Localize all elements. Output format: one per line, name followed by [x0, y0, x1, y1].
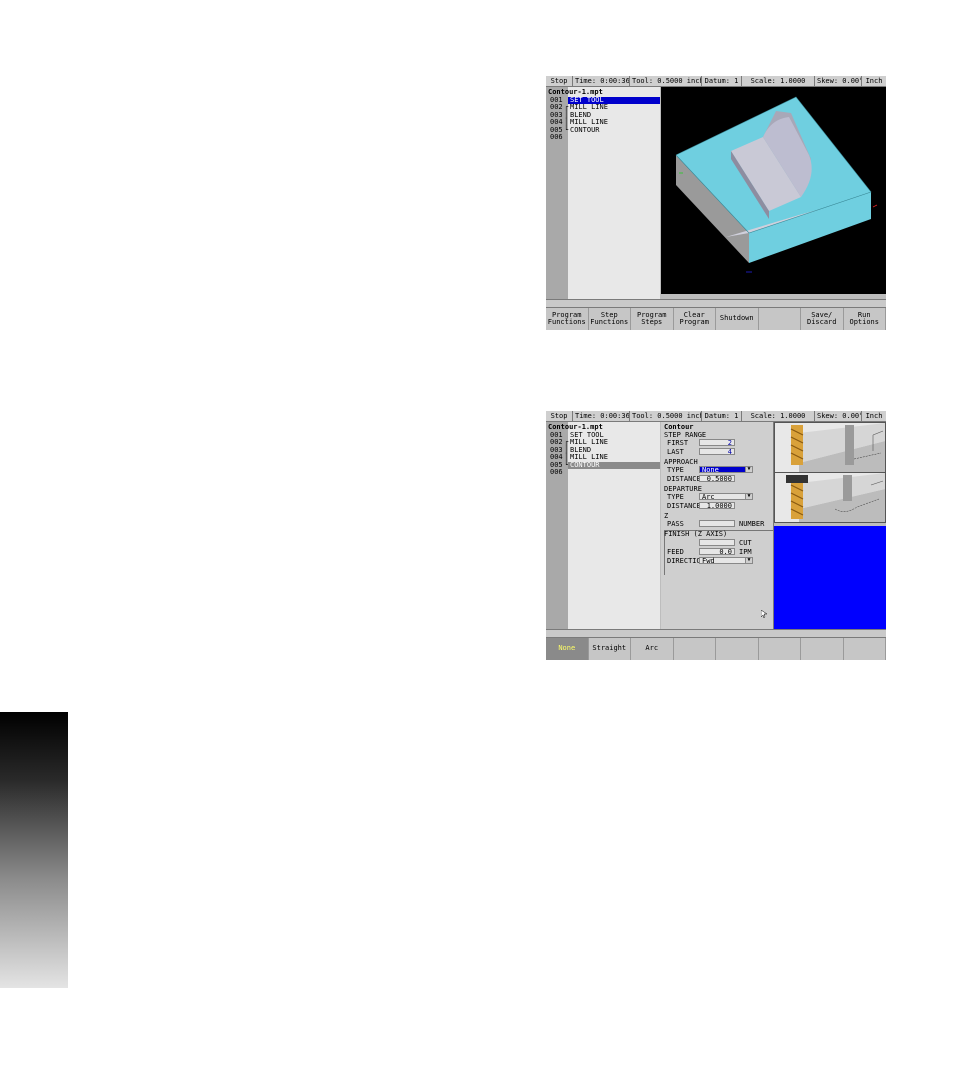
status-bar: Stop Time: 0:00:36 Tool: 0.5000 inch Dat…	[546, 76, 886, 87]
pass-label: PASS	[667, 520, 684, 528]
softkey-blank[interactable]	[759, 308, 801, 330]
last-label: LAST	[667, 448, 684, 456]
status-units: Inch	[865, 77, 883, 85]
step-label: CONTOUR	[570, 125, 600, 134]
departure-distance-field[interactable]: 1.0000	[699, 502, 735, 510]
chevron-down-icon[interactable]: ▼	[745, 467, 752, 472]
program-step-list[interactable]: 001 SET TOOL 002 ┌ MILL LINE 003 │ BLEND…	[546, 431, 660, 476]
list-item[interactable]: 005 └ CONTOUR	[546, 125, 660, 134]
softkey-blank[interactable]	[716, 638, 759, 660]
program-step-list[interactable]: 001 SET TOOL 002 ┌ MILL LINE 003 │ BLEND…	[546, 96, 660, 141]
status-mode: Stop	[546, 76, 573, 86]
first-label: FIRST	[667, 439, 689, 447]
softkey-run-options[interactable]: Run Options	[844, 308, 886, 330]
chevron-down-icon[interactable]: ▼	[745, 494, 752, 499]
message-strip	[546, 629, 886, 638]
departure-type-value: Arc	[702, 493, 715, 501]
approach-type-label: TYPE	[667, 466, 684, 474]
departure-type-select[interactable]: Arc ▼	[699, 493, 753, 501]
approach-type-value: None	[702, 466, 719, 474]
form-title: Contour	[664, 423, 694, 431]
approach-preview-panel	[774, 422, 886, 523]
feed-label: FEED	[667, 548, 684, 556]
chevron-down-icon[interactable]: ▼	[745, 558, 752, 563]
cut-field[interactable]	[699, 539, 735, 546]
approach-heading: APPROACH	[664, 458, 698, 466]
softkey-none[interactable]: None	[546, 638, 589, 660]
feed-field[interactable]: 0.0	[699, 548, 735, 556]
number-unit-label: NUMBER	[739, 520, 765, 528]
list-item[interactable]: 005 └ CONTOUR	[546, 461, 660, 469]
status-scale: Scale: 1.0000	[742, 76, 815, 86]
step-label: CONTOUR	[568, 461, 660, 469]
status-skew: Skew: 0.00°	[817, 411, 862, 421]
status-tool: Tool: 0.5000 inch	[632, 76, 702, 86]
status-time: Time: 0:00:36	[575, 76, 630, 86]
z-heading: Z	[664, 512, 669, 520]
list-item[interactable]: 006	[546, 132, 660, 141]
ipm-label: IPM	[739, 548, 752, 556]
side-tab-gradient	[0, 712, 68, 988]
softkey-bar: None Straight Arc	[546, 638, 886, 660]
status-time: Time: 0:00:36	[575, 411, 630, 421]
pass-field[interactable]	[699, 520, 735, 527]
departure-distance-label: DISTANCE	[667, 502, 701, 510]
softkey-program-steps[interactable]: Program Steps	[631, 308, 674, 330]
softkey-save-discard[interactable]: Save/ Discard	[801, 308, 844, 330]
screenshot-program-view: Stop Time: 0:00:36 Tool: 0.5000 inch Dat…	[546, 76, 886, 330]
screenshot-contour-form: Stop Time: 0:00:36 Tool: 0.5000 inch Dat…	[546, 411, 886, 660]
step-range-heading: STEP RANGE	[664, 431, 707, 439]
softkey-bar: Program Functions Step Functions Program…	[546, 308, 886, 330]
info-panel	[774, 526, 886, 630]
status-skew: Skew: 0.00°	[817, 76, 862, 86]
status-mode: Stop	[546, 411, 573, 421]
softkey-blank[interactable]	[844, 638, 886, 660]
status-scale: Scale: 1.0000	[742, 411, 815, 421]
softkey-blank[interactable]	[801, 638, 844, 660]
list-item[interactable]: 006	[546, 467, 660, 476]
status-bar: Stop Time: 0:00:36 Tool: 0.5000 inch Dat…	[546, 411, 886, 422]
program-panel: Contour-1.mpt 001 SET TOOL 002 ┌ MILL LI…	[546, 422, 660, 629]
step-number: 006	[550, 467, 563, 476]
program-panel: Contour-1.mpt 001 SET TOOL 002 ┌ MILL LI…	[546, 87, 660, 299]
last-step-field[interactable]: 4	[699, 448, 735, 456]
softkey-step-functions[interactable]: Step Functions	[589, 308, 631, 330]
departure-heading: DEPARTURE	[664, 485, 702, 493]
message-strip	[546, 299, 886, 308]
softkey-arc[interactable]: Arc	[631, 638, 674, 660]
contour-form: Contour STEP RANGE FIRST 2 LAST 4 APPROA…	[661, 422, 774, 629]
direction-value: Fwd	[702, 557, 715, 565]
part-render-icon	[675, 96, 878, 273]
first-step-field[interactable]: 2	[699, 439, 735, 447]
part-3d-view[interactable]	[661, 87, 886, 294]
endmill-preview-icon	[775, 423, 885, 522]
mouse-pointer-icon	[761, 610, 767, 618]
approach-distance-label: DISTANCE	[667, 475, 701, 483]
approach-type-select[interactable]: None ▼	[699, 466, 753, 474]
status-units: Inch	[865, 412, 883, 420]
softkey-shutdown[interactable]: Shutdown	[716, 308, 759, 330]
program-filename: Contour-1.mpt	[548, 423, 603, 431]
program-filename: Contour-1.mpt	[548, 88, 603, 96]
finish-heading: FINISH (Z AXIS)	[664, 530, 728, 538]
softkey-program-functions[interactable]: Program Functions	[546, 308, 589, 330]
softkey-clear-program[interactable]: Clear Program	[674, 308, 716, 330]
status-datum: Datum: 1	[702, 76, 742, 86]
softkey-blank[interactable]	[759, 638, 801, 660]
direction-select[interactable]: Fwd ▼	[699, 557, 753, 565]
status-datum: Datum: 1	[702, 411, 742, 421]
status-tool: Tool: 0.5000 inch	[632, 411, 702, 421]
softkey-straight[interactable]: Straight	[589, 638, 631, 660]
departure-type-label: TYPE	[667, 493, 684, 501]
step-number: 006	[550, 132, 563, 141]
softkey-blank[interactable]	[674, 638, 716, 660]
cut-label: CUT	[739, 539, 752, 547]
approach-distance-field[interactable]: 0.5000	[699, 475, 735, 483]
